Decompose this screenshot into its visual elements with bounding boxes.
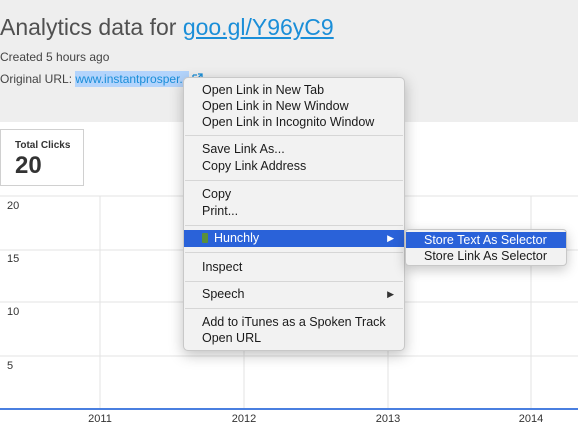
submenu-store-link-selector[interactable]: Store Link As Selector (406, 248, 566, 264)
menu-separator (185, 252, 403, 253)
menu-open-url[interactable]: Open URL (184, 330, 404, 347)
menu-print[interactable]: Print... (184, 203, 404, 220)
menu-copy-link-address[interactable]: Copy Link Address (184, 158, 404, 175)
x-tick-label: 2014 (519, 413, 543, 425)
menu-separator (185, 225, 403, 226)
submenu-arrow-icon: ▶ (387, 233, 394, 243)
menu-separator (185, 135, 403, 136)
y-tick-label: 20 (7, 200, 19, 212)
hunchly-icon (202, 233, 208, 243)
total-clicks-card: Total Clicks 20 (0, 129, 84, 186)
menu-separator (185, 308, 403, 309)
total-clicks-value: 20 (15, 152, 42, 179)
y-tick-label: 5 (7, 360, 13, 372)
menu-open-new-window[interactable]: Open Link in New Window (184, 98, 404, 115)
menu-open-incognito[interactable]: Open Link in Incognito Window (184, 114, 404, 131)
menu-save-link-as[interactable]: Save Link As... (184, 141, 404, 158)
menu-separator (185, 180, 403, 181)
context-menu: Open Link in New Tab Open Link in New Wi… (183, 77, 405, 351)
menu-speech[interactable]: Speech ▶ (184, 286, 404, 303)
y-tick-label: 10 (7, 306, 19, 318)
menu-separator (185, 281, 403, 282)
x-tick-label: 2011 (88, 413, 112, 425)
total-clicks-label: Total Clicks (15, 140, 71, 151)
menu-speech-label: Speech (202, 287, 245, 301)
hunchly-submenu: Store Text As Selector Store Link As Sel… (405, 229, 567, 266)
menu-hunchly[interactable]: Hunchly ▶ (184, 230, 404, 247)
y-tick-label: 15 (7, 253, 19, 265)
x-tick-label: 2012 (232, 413, 256, 425)
menu-add-to-itunes[interactable]: Add to iTunes as a Spoken Track (184, 314, 404, 331)
menu-copy[interactable]: Copy (184, 186, 404, 203)
menu-inspect[interactable]: Inspect (184, 259, 404, 276)
x-tick-label: 2013 (376, 413, 400, 425)
submenu-store-text-selector[interactable]: Store Text As Selector (406, 232, 566, 248)
submenu-arrow-icon: ▶ (387, 289, 394, 299)
menu-open-new-tab[interactable]: Open Link in New Tab (184, 82, 404, 99)
menu-hunchly-label: Hunchly (214, 231, 260, 245)
